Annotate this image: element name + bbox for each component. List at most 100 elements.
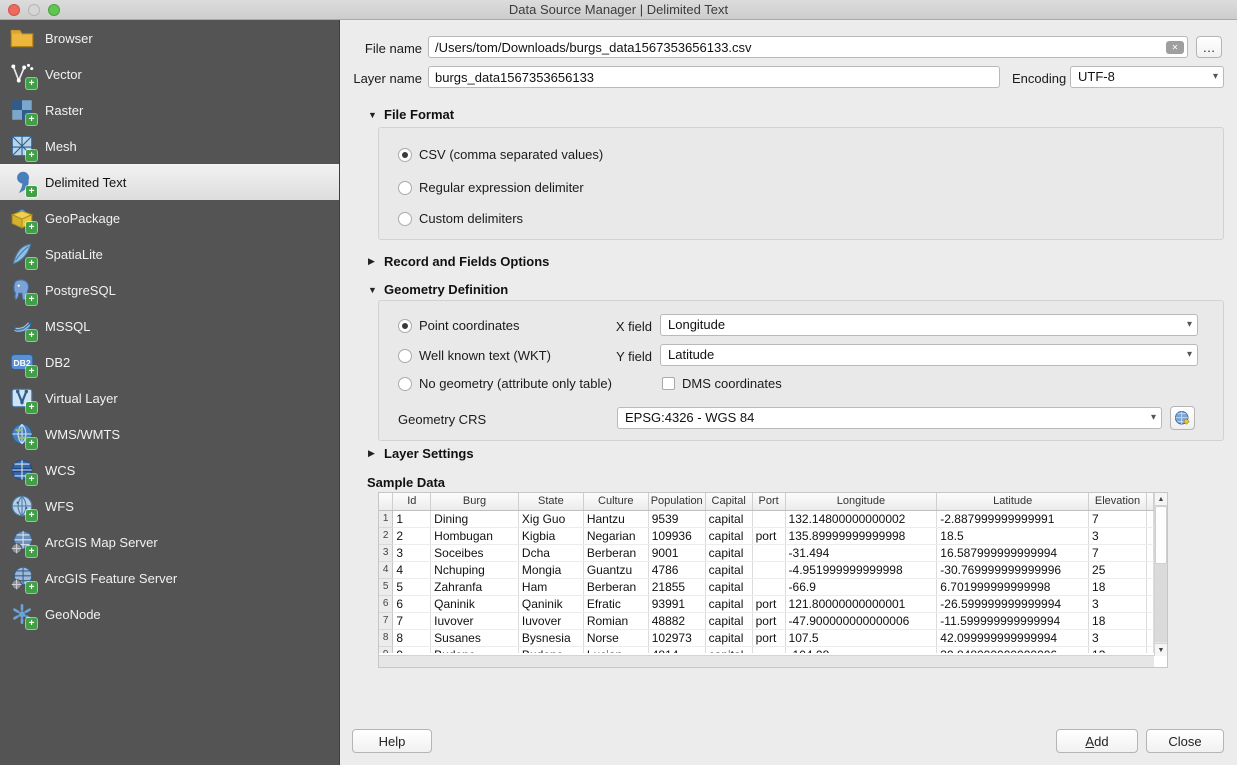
wcs-globe-icon: +	[9, 457, 35, 483]
radio-point-coordinates[interactable]: Point coordinates	[398, 318, 519, 333]
encoding-select[interactable]: UTF-8 ▾	[1070, 66, 1224, 88]
scrollbar-track[interactable]	[1155, 564, 1167, 642]
close-button[interactable]: Close	[1146, 729, 1224, 753]
sidebar-item-spatialite[interactable]: + SpatiaLite	[0, 236, 339, 272]
radio-icon	[398, 148, 412, 162]
column-header: Burg	[431, 493, 519, 510]
file-name-input[interactable]	[428, 36, 1188, 58]
sidebar-item-postgresql[interactable]: + PostgreSQL	[0, 272, 339, 308]
table-row[interactable]: 88SusanesBysnesiaNorse102973capitalport1…	[379, 629, 1154, 646]
cell: Zahranfa	[431, 578, 519, 595]
cell: -31.494	[785, 544, 937, 561]
sidebar-item-arcgis-feature-server[interactable]: + ArcGIS Feature Server	[0, 560, 339, 596]
column-header-filler	[1147, 493, 1154, 510]
table-row[interactable]: 66QaninikQaninikEfratic93991capitalport1…	[379, 595, 1154, 612]
row-number: 8	[379, 629, 393, 646]
sidebar-item-vector[interactable]: + Vector	[0, 56, 339, 92]
cell: capital	[705, 561, 752, 578]
table-row[interactable]: 44NchupingMongiaGuantzu4786capital-4.951…	[379, 561, 1154, 578]
x-field-select[interactable]: Longitude ▾	[660, 314, 1198, 336]
table-row[interactable]: 33SoceibesDchaBerberan9001capital-31.494…	[379, 544, 1154, 561]
sidebar-item-browser[interactable]: Browser	[0, 20, 339, 56]
cell: capital	[705, 527, 752, 544]
select-crs-button[interactable]	[1170, 406, 1195, 430]
dms-coordinates-checkbox[interactable]: DMS coordinates	[662, 376, 782, 391]
layer-settings-section-header[interactable]: ▶ Layer Settings	[368, 446, 474, 461]
cell: 25	[1089, 561, 1147, 578]
cell	[752, 646, 785, 653]
cell-filler	[1147, 544, 1154, 561]
cell: Qaninik	[431, 595, 519, 612]
radio-csv[interactable]: CSV (comma separated values)	[398, 147, 603, 162]
vertical-scrollbar[interactable]: ▲ ▼	[1154, 493, 1167, 656]
cell: port	[752, 595, 785, 612]
table-row[interactable]: 55ZahranfaHamBerberan21855capital-66.96.…	[379, 578, 1154, 595]
sidebar-item-raster[interactable]: + Raster	[0, 92, 339, 128]
crs-globe-icon	[1173, 409, 1192, 428]
column-header: Id	[393, 493, 431, 510]
sidebar-item-wcs[interactable]: + WCS	[0, 452, 339, 488]
table-row[interactable]: 77IuvoverIuvoverRomian48882capitalport-4…	[379, 612, 1154, 629]
scroll-down-icon[interactable]: ▼	[1155, 643, 1167, 656]
sidebar-item-wms-wmts[interactable]: + WMS/WMTS	[0, 416, 339, 452]
scroll-up-icon[interactable]: ▲	[1155, 493, 1167, 506]
sidebar-item-delimited-text[interactable]: + Delimited Text	[0, 164, 339, 200]
sidebar-item-geonode[interactable]: + GeoNode	[0, 596, 339, 632]
column-header: Population	[648, 493, 705, 510]
cell: Qaninik	[518, 595, 583, 612]
browse-file-button[interactable]: …	[1196, 36, 1222, 58]
cell: Dcha	[518, 544, 583, 561]
add-badge-icon: +	[26, 438, 37, 449]
sidebar-item-mssql[interactable]: + MSSQL	[0, 308, 339, 344]
record-fields-section-header[interactable]: ▶ Record and Fields Options	[368, 254, 549, 269]
radio-regexp-delimiter[interactable]: Regular expression delimiter	[398, 180, 584, 195]
sidebar-item-mesh[interactable]: + Mesh	[0, 128, 339, 164]
sidebar-item-arcgis-map-server[interactable]: + ArcGIS Map Server	[0, 524, 339, 560]
cell: Iuvover	[518, 612, 583, 629]
layer-name-input[interactable]	[428, 66, 1000, 88]
x-field-value: Longitude	[668, 317, 725, 332]
y-field-value: Latitude	[668, 347, 714, 362]
clear-file-icon[interactable]: ✕	[1166, 41, 1184, 54]
cell: -4.951999999999998	[785, 561, 937, 578]
add-badge-icon: +	[26, 510, 37, 521]
cell	[752, 544, 785, 561]
sidebar-item-wfs[interactable]: + WFS	[0, 488, 339, 524]
table-row[interactable]: 11DiningXig GuoHantzu9539capital132.1480…	[379, 510, 1154, 527]
radio-no-geometry[interactable]: No geometry (attribute only table)	[398, 376, 612, 391]
checkbox-icon	[662, 377, 675, 390]
geometry-section-header[interactable]: ▼ Geometry Definition	[368, 282, 508, 297]
cell: Dining	[431, 510, 519, 527]
cell: 48882	[648, 612, 705, 629]
row-number: 4	[379, 561, 393, 578]
cell: 9001	[648, 544, 705, 561]
file-format-section-header[interactable]: ▼ File Format	[368, 107, 454, 122]
cell: -104.08	[785, 646, 937, 653]
add-badge-icon: +	[26, 114, 37, 125]
postgresql-icon: +	[9, 277, 35, 303]
radio-wkt[interactable]: Well known text (WKT)	[398, 348, 551, 363]
horizontal-scrollbar[interactable]	[379, 655, 1154, 667]
table-row[interactable]: 22HombuganKigbiaNegarian109936capitalpor…	[379, 527, 1154, 544]
cell: Susanes	[431, 629, 519, 646]
sidebar-item-geopackage[interactable]: + GeoPackage	[0, 200, 339, 236]
cell: Negarian	[583, 527, 648, 544]
row-number: 2	[379, 527, 393, 544]
radio-custom-delimiters[interactable]: Custom delimiters	[398, 211, 523, 226]
layer-settings-title: Layer Settings	[384, 446, 474, 461]
geometry-crs-value: EPSG:4326 - WGS 84	[625, 410, 754, 425]
cell: Budene	[518, 646, 583, 653]
cell: 132.14800000000002	[785, 510, 937, 527]
title-bar: Data Source Manager | Delimited Text	[0, 0, 1237, 20]
sidebar-item-virtual-layer[interactable]: + Virtual Layer	[0, 380, 339, 416]
sidebar-item-db2[interactable]: DB2 + DB2	[0, 344, 339, 380]
y-field-select[interactable]: Latitude ▾	[660, 344, 1198, 366]
delimited-text-panel: File name ✕ … Layer name Encoding UTF-8 …	[340, 20, 1237, 765]
add-button[interactable]: Add	[1056, 729, 1138, 753]
scrollbar-thumb[interactable]	[1155, 506, 1167, 564]
help-button[interactable]: Help	[352, 729, 432, 753]
table-row[interactable]: 99BudeneBudeneLucian4814capital-104.0839…	[379, 646, 1154, 653]
geometry-crs-select[interactable]: EPSG:4326 - WGS 84 ▾	[617, 407, 1162, 429]
chevron-down-icon: ▾	[1151, 408, 1156, 428]
column-header: Latitude	[937, 493, 1089, 510]
